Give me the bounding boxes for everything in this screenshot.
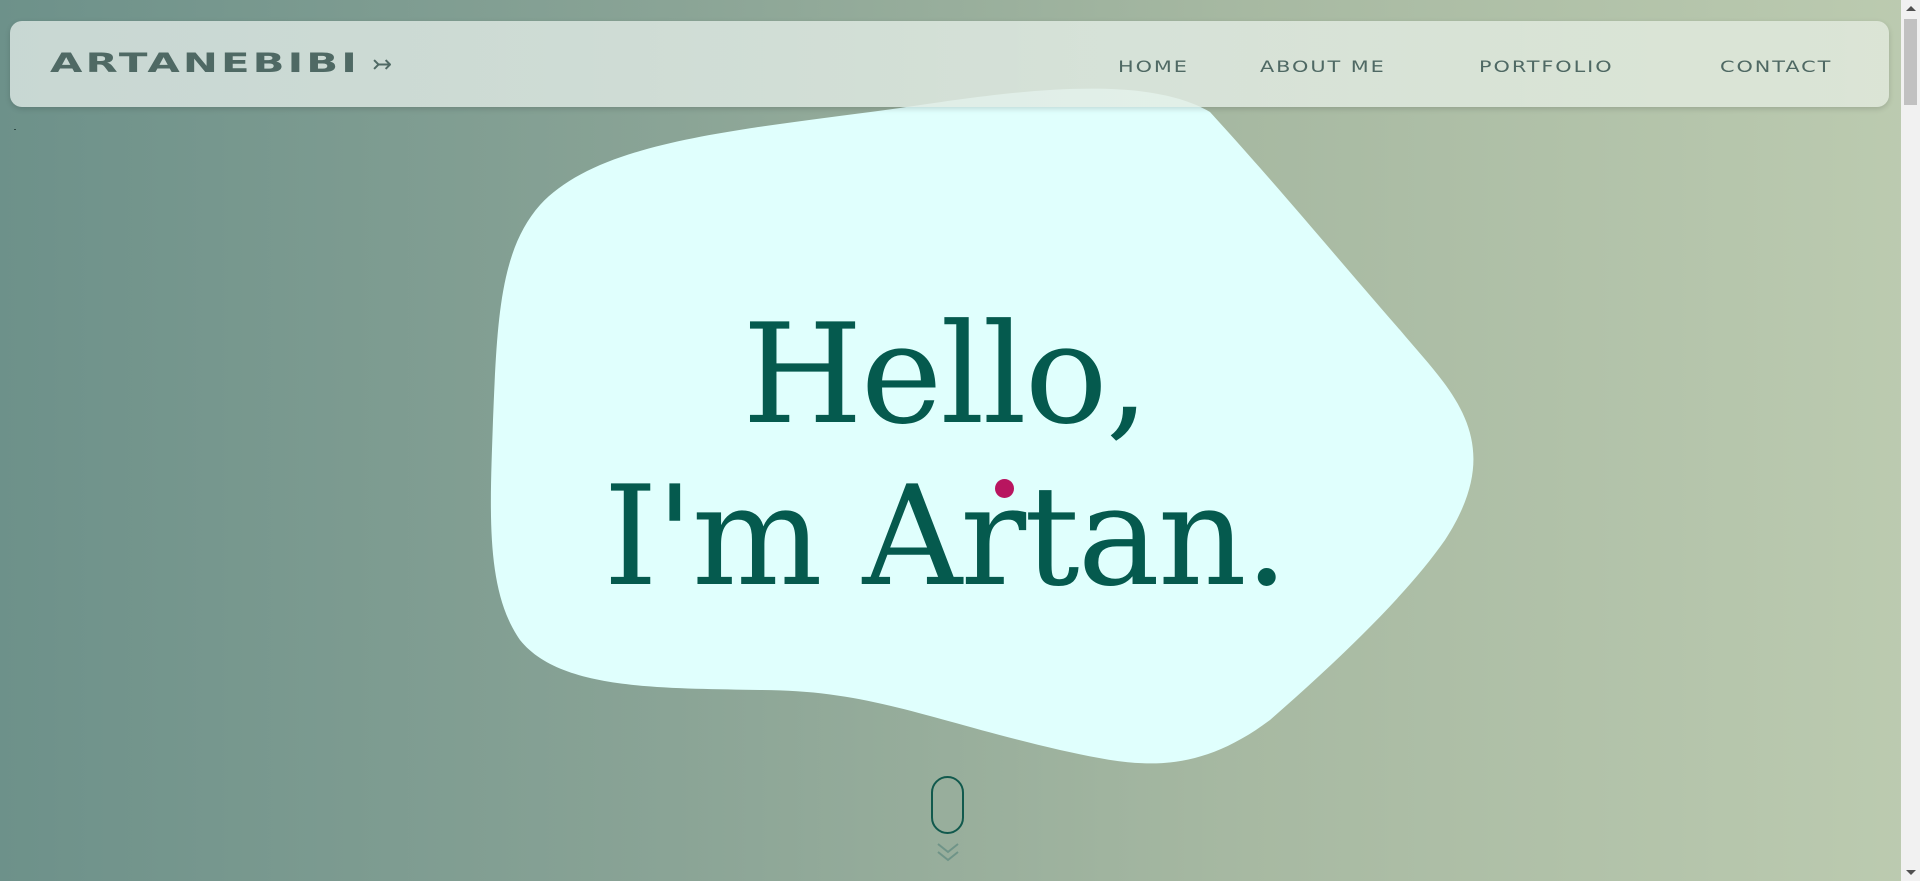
top-navbar: ARTANEBIBI ↣ HOME ABOUT ME PORTFOLIO CON…: [10, 21, 1889, 107]
nav-link-home[interactable]: HOME: [1118, 55, 1189, 79]
scroll-up-arrow-icon[interactable]: [1906, 6, 1916, 11]
nav-links: HOME ABOUT ME PORTFOLIO CONTACT: [10, 55, 1889, 79]
scrollbar-thumb[interactable]: [1904, 19, 1917, 105]
scroll-down-indicator[interactable]: [930, 776, 968, 866]
nav-link-about-me[interactable]: ABOUT ME: [1260, 55, 1386, 79]
nav-link-portfolio[interactable]: PORTFOLIO: [1479, 55, 1614, 79]
nav-link-contact[interactable]: CONTACT: [1720, 55, 1832, 79]
accent-dot: [995, 479, 1014, 498]
page-scrollbar[interactable]: [1901, 0, 1920, 881]
double-chevron-down-icon: [937, 843, 959, 862]
scroll-down-arrow-icon[interactable]: [1906, 870, 1916, 875]
mouse-scroll-icon: [931, 776, 964, 834]
hero-blob-shape: [490, 88, 1474, 764]
